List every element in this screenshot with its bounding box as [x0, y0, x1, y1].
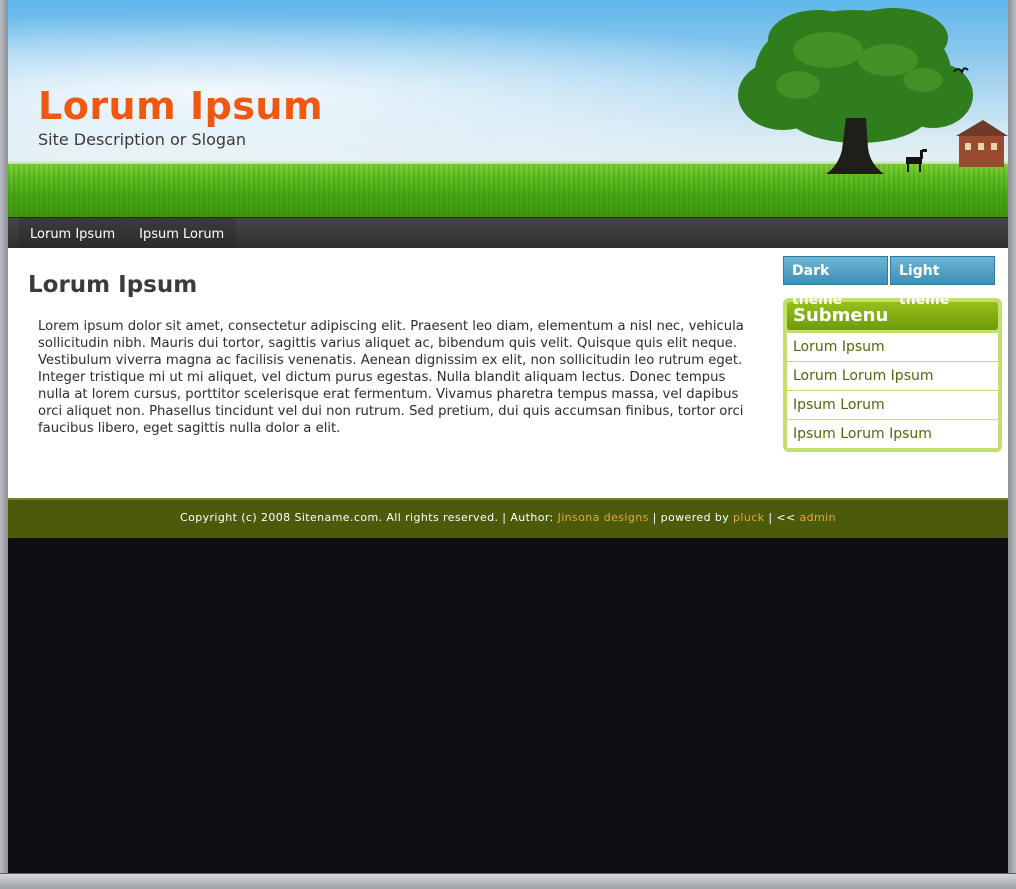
body-text: Lorem ipsum dolor sit amet, consectetur … — [38, 319, 744, 436]
submenu-panel: Submenu Lorum Ipsum Lorum Lorum Ipsum Ip… — [783, 298, 1002, 452]
author-link[interactable]: Jinsona designs — [558, 511, 649, 524]
dark-theme-button[interactable]: Dark theme — [783, 256, 888, 308]
light-theme-button[interactable]: Light theme — [890, 256, 995, 308]
site-header: Lorum Ipsum Site Description or Slogan — [8, 0, 1008, 217]
admin-link[interactable]: admin — [800, 511, 836, 524]
nav-item-ipsum-lorum[interactable]: Ipsum Lorum — [127, 218, 237, 248]
list-item: Ipsum Lorum — [787, 391, 998, 420]
site-title[interactable]: Lorum Ipsum — [38, 84, 323, 128]
page-wrapper: Lorum Ipsum Site Description or Slogan L… — [8, 0, 1008, 538]
author-prefix: Author: — [510, 511, 558, 524]
content-area: Lorum Ipsum Lorem ipsum dolor sit amet, … — [8, 248, 1008, 498]
submenu-item-lorum-lorum-ipsum[interactable]: Lorum Lorum Ipsum — [787, 362, 998, 391]
list-item: Lorum Lorum Ipsum — [787, 362, 998, 391]
footer-separator: | — [498, 511, 511, 524]
window-frame-left — [0, 0, 8, 889]
submenu-item-ipsum-lorum-ipsum[interactable]: Ipsum Lorum Ipsum — [787, 420, 998, 449]
list-item: Ipsum Lorum Ipsum — [787, 420, 998, 448]
page-title: Lorum Ipsum — [28, 272, 198, 298]
powered-by-link[interactable]: pluck — [733, 511, 764, 524]
site-slogan: Site Description or Slogan — [38, 130, 246, 149]
submenu-item-ipsum-lorum[interactable]: Ipsum Lorum — [787, 391, 998, 420]
submenu-item-lorum-ipsum[interactable]: Lorum Ipsum — [787, 333, 998, 362]
window-frame-bottom — [0, 873, 1016, 889]
site-footer: Copyright (c) 2008 Sitename.com. All rig… — [8, 498, 1008, 538]
submenu-title: Submenu — [787, 302, 998, 330]
powered-prefix: powered by — [660, 511, 734, 524]
footer-separator: | — [648, 511, 661, 524]
submenu-list: Lorum Ipsum Lorum Lorum Ipsum Ipsum Loru… — [787, 333, 998, 448]
admin-prefix: << — [776, 511, 800, 524]
footer-separator: | — [764, 511, 777, 524]
copyright-text: Copyright (c) 2008 Sitename.com. All rig… — [180, 511, 499, 524]
list-item: Lorum Ipsum — [787, 333, 998, 362]
window-frame-right — [1008, 0, 1016, 889]
main-nav: Lorum Ipsum Ipsum Lorum — [8, 217, 1008, 248]
theme-switcher: Dark themeLight theme — [783, 256, 1002, 308]
nav-item-lorum-ipsum[interactable]: Lorum Ipsum — [18, 218, 128, 248]
sidebar: Dark themeLight theme Submenu Lorum Ipsu… — [783, 256, 1002, 452]
